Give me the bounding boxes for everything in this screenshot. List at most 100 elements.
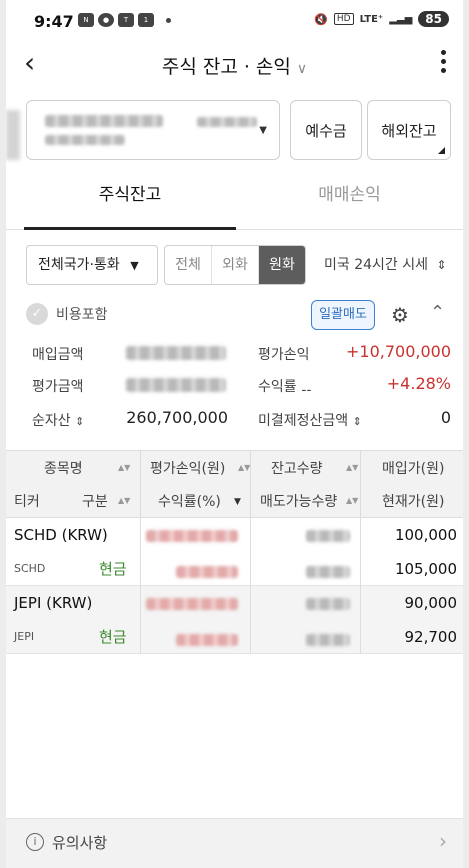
col-name[interactable]: 종목명 (44, 458, 83, 478)
deposit-button[interactable]: 예수금 (290, 100, 362, 160)
col-type[interactable]: 구분 (82, 491, 108, 511)
sort-updown-icon: ⇕ (436, 258, 447, 272)
account-select[interactable]: ▼ (26, 100, 280, 160)
live-quote-select[interactable]: 미국 24시간 시세 ⇕ (324, 245, 447, 285)
check-circle-icon[interactable]: ✓ (26, 303, 48, 325)
sort-icon: ▲▼ (118, 496, 131, 505)
sort-updown-icon: ⇕ (75, 415, 85, 428)
redacted-qty (306, 530, 350, 542)
stock-type: 현금 (99, 560, 127, 578)
column-divider (360, 450, 361, 654)
app-screen: 9:47 N ● T 1 🔇 HD LTE⁺ ▂▃▅ 85 ‹ 주식 잔고 · … (0, 0, 469, 868)
redacted-account-name (45, 135, 125, 145)
redacted-sellable-qty (306, 634, 350, 646)
options-row: ✓ 비용포함 일괄매도 ⚙ ⌃ (26, 300, 451, 332)
sort-icon: ▲▼ (346, 463, 359, 472)
page-title[interactable]: 주식 잔고 · 손익 ∨ (6, 52, 463, 79)
dropdown-triangle-icon: ▼ (130, 259, 139, 272)
redacted-return-rate (176, 566, 238, 578)
notice-bar[interactable]: i 유의사항 › (6, 818, 463, 868)
include-fee-label[interactable]: 비용포함 (56, 304, 108, 324)
overseas-balance-button[interactable]: 해외잔고 (367, 100, 451, 160)
chevron-down-icon: ∨ (296, 61, 308, 77)
battery-badge: 85 (418, 11, 449, 27)
eval-pnl-label: 평가손익 (258, 347, 310, 363)
eval-pnl-value: +10,700,000 (345, 342, 451, 361)
share-icon: ⚋ (301, 380, 312, 394)
bulk-sell-button[interactable]: 일괄매도 (311, 300, 375, 330)
sort-icon: ▲▼ (346, 496, 359, 505)
system-icons: 🔇 HD LTE⁺ ▂▃▅ 85 (314, 11, 449, 27)
sort-icon: ▲▼ (118, 463, 131, 472)
stock-ticker: JEPI (14, 630, 35, 643)
col-eval-pnl[interactable]: 평가손익(원) (150, 458, 225, 478)
more-menu-icon[interactable] (441, 50, 447, 77)
dropdown-triangle-icon: ▼ (259, 125, 267, 136)
redacted-eval-amount (126, 378, 226, 392)
tab-holdings[interactable]: 주식잔고 (24, 170, 236, 230)
stock-ticker: SCHD (14, 562, 46, 575)
current-price: 92,700 (404, 628, 458, 646)
app-header: ‹ 주식 잔고 · 손익 ∨ (6, 42, 463, 88)
buy-price: 90,000 (404, 594, 458, 612)
tab-pnl[interactable]: 매매손익 (236, 170, 463, 230)
buy-price: 100,000 (394, 526, 457, 544)
currency-segment: 전체 외화 원화 (164, 245, 306, 285)
sort-icon: ▲▼ (238, 463, 251, 472)
dot-icon (166, 17, 171, 23)
sort-desc-icon: ▼ (234, 497, 241, 507)
net-asset-value: 260,700,000 (126, 408, 228, 427)
return-label[interactable]: 수익률 ⚋ (258, 376, 312, 396)
overseas-balance-label: 해외잔고 (381, 121, 437, 140)
notification-icons: N ● T 1 (78, 13, 171, 27)
one-icon: 1 (138, 13, 154, 27)
table-header: 종목명 ▲▼ 티커 구분 ▲▼ 평가손익(원) ▲▼ 수익률(%) ▼ 잔고수량… (6, 450, 463, 518)
redacted-sellable-qty (306, 566, 350, 578)
country-select[interactable]: 전체국가·통화 ▼ (26, 245, 158, 285)
column-divider (250, 450, 251, 654)
unsettled-value: 0 (440, 408, 451, 427)
col-sellable-qty[interactable]: 매도가능수량 (260, 491, 337, 511)
segment-fx[interactable]: 외화 (212, 246, 259, 284)
filter-row: 전체국가·통화 ▼ 전체 외화 원화 미국 24시간 시세 ⇕ (26, 245, 451, 285)
segment-krw[interactable]: 원화 (259, 246, 305, 284)
col-qty[interactable]: 잔고수량 (271, 458, 323, 478)
chat-icon: ● (98, 13, 114, 27)
buy-amount-label: 매입금액 (32, 347, 84, 363)
col-return-rate[interactable]: 수익률(%) (158, 491, 221, 511)
col-current-price[interactable]: 현재가(원) (382, 491, 444, 511)
gear-icon[interactable]: ⚙ (391, 303, 409, 327)
network-type: LTE⁺ (359, 13, 384, 25)
column-divider (140, 450, 141, 654)
return-label-text: 수익률 (258, 379, 297, 395)
page-title-text: 주식 잔고 · 손익 (161, 56, 291, 78)
redacted-qty (306, 598, 350, 610)
unsettled-label[interactable]: 미결제정산금액 ⇕ (258, 410, 362, 430)
talk-icon: T (118, 13, 134, 27)
redacted-buy-amount (126, 346, 226, 360)
unsettled-label-text: 미결제정산금액 (258, 413, 349, 429)
signal-icon: ▂▃▅ (389, 13, 413, 25)
col-buy-price[interactable]: 매입가(원) (382, 458, 444, 478)
net-asset-label[interactable]: 순자산 ⇕ (32, 410, 84, 430)
chevron-right-icon: › (439, 829, 447, 853)
table-row[interactable]: JEPI (KRW) JEPI 현금 90,000 92,700 (6, 586, 463, 654)
segment-all[interactable]: 전체 (165, 246, 212, 284)
status-time: 9:47 (34, 12, 74, 31)
info-icon: i (26, 833, 44, 851)
redacted-return-rate (176, 634, 238, 646)
redacted-eval-pnl (146, 598, 238, 610)
col-ticker[interactable]: 티커 (14, 491, 40, 511)
redacted-eval-pnl (146, 530, 238, 542)
sort-updown-icon: ⇕ (352, 415, 362, 428)
table-row[interactable]: SCHD (KRW) SCHD 현금 100,000 105,000 (6, 518, 463, 586)
chevron-up-icon[interactable]: ⌃ (430, 302, 445, 323)
redacted-account-number (45, 115, 163, 127)
stock-name: SCHD (KRW) (14, 526, 108, 544)
country-select-label: 전체국가·통화 (38, 257, 120, 273)
eval-amount-label: 평가금액 (32, 379, 84, 395)
hd-icon: HD (333, 13, 354, 25)
mute-icon: 🔇 (314, 12, 328, 26)
tab-bar: 주식잔고 매매손익 (6, 170, 463, 230)
return-value: +4.28% (386, 374, 451, 393)
